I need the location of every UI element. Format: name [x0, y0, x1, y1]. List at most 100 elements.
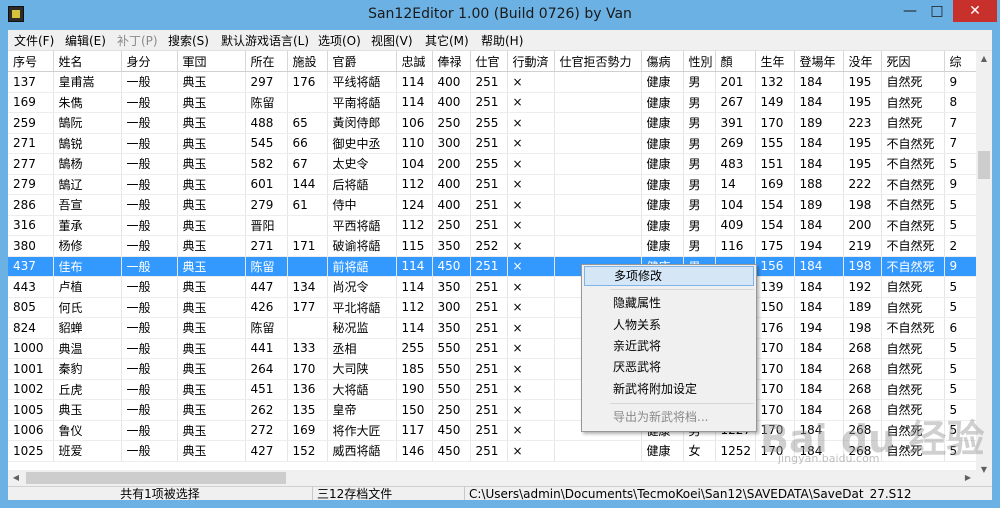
table-cell[interactable]: 195	[843, 71, 882, 93]
table-cell[interactable]: 112	[396, 215, 433, 236]
table-cell[interactable]: 194	[794, 235, 844, 257]
table-cell[interactable]: 1001	[8, 358, 54, 380]
table-cell[interactable]	[287, 92, 328, 113]
table-row[interactable]: 380 杨修 一般 典玉 271 171 破谕将龉 115 350 252 × 健康男 116 175 19…	[8, 235, 976, 257]
table-cell[interactable]: 400	[432, 174, 471, 195]
table-cell[interactable]: 1002	[8, 379, 54, 400]
table-cell[interactable]: 典玉	[177, 276, 246, 298]
table-cell[interactable]: 169	[755, 174, 795, 195]
table-cell[interactable]: 251	[470, 399, 508, 421]
column-header[interactable]: 所在	[245, 51, 288, 72]
table-row[interactable]: 316 董承 一般 典玉 晋阳 平西将龉 112 250 251 × 健康男 409 154 184 200…	[8, 215, 976, 236]
table-cell[interactable]: 晋阳	[245, 215, 288, 236]
table-cell[interactable]: 一般	[121, 276, 178, 298]
table-cell[interactable]: 134	[287, 276, 328, 298]
table-cell[interactable]: 黃闵侍郎	[327, 112, 397, 134]
table-cell[interactable]	[554, 153, 642, 175]
table-cell[interactable]: 251	[470, 297, 508, 318]
table-cell[interactable]: 典玉	[177, 399, 246, 421]
table-cell[interactable]: 184	[794, 379, 844, 400]
table-cell[interactable]: 400	[432, 92, 471, 113]
table-cell[interactable]: 大将龉	[327, 379, 397, 400]
table-cell[interactable]: 典玉	[177, 174, 246, 195]
table-cell[interactable]: 268	[843, 420, 882, 441]
table-cell[interactable]: 391	[715, 112, 756, 134]
table-cell[interactable]: 443	[8, 276, 54, 298]
column-header[interactable]: 综	[944, 51, 976, 72]
column-header[interactable]: 忠誠	[396, 51, 433, 72]
table-row[interactable]: 279 鵠辽 一般 典玉 601 144 后将龉 112 400 251 × 健康男 14 169 188 2…	[8, 174, 976, 195]
table-cell[interactable]: 6	[944, 317, 976, 339]
table-cell[interactable]: 115	[396, 235, 433, 257]
table-cell[interactable]: 董承	[53, 215, 122, 236]
table-cell[interactable]: 典玉	[177, 379, 246, 400]
column-header[interactable]: 生年	[755, 51, 795, 72]
table-cell[interactable]: ×	[507, 399, 555, 421]
table-cell[interactable]: 175	[755, 235, 795, 257]
table-cell[interactable]: 441	[245, 338, 288, 359]
column-header[interactable]: 仕官拒否勢力	[554, 51, 642, 72]
table-cell[interactable]: 184	[794, 256, 844, 277]
table-cell[interactable]: 601	[245, 174, 288, 195]
table-cell[interactable]: 65	[287, 112, 328, 134]
table-cell[interactable]: 一般	[121, 399, 178, 421]
table-cell[interactable]: 典玉	[177, 297, 246, 318]
table-cell[interactable]: 251	[470, 358, 508, 380]
table-cell[interactable]: 194	[794, 317, 844, 339]
table-cell[interactable]: 9	[944, 256, 976, 277]
table-row[interactable]: 443卢植一般典玉447134尚况令114350251×健康男139184192…	[8, 276, 976, 298]
table-cell[interactable]: 67	[287, 153, 328, 175]
table-cell[interactable]: 223	[843, 112, 882, 134]
table-cell[interactable]: 不自然死	[881, 194, 945, 216]
horizontal-scroll-thumb[interactable]	[26, 472, 286, 484]
table-cell[interactable]: 262	[245, 399, 288, 421]
table-cell[interactable]: 195	[843, 153, 882, 175]
table-cell[interactable]: 136	[287, 379, 328, 400]
table-row[interactable]: 437佳布一般典玉陈留前将龉114450251×健康男156184198不自然死…	[8, 256, 976, 277]
vertical-scroll-thumb[interactable]	[978, 151, 990, 179]
table-cell[interactable]: 尚况令	[327, 276, 397, 298]
table-cell[interactable]: 114	[396, 317, 433, 339]
table-cell[interactable]: 251	[470, 256, 508, 277]
table-cell[interactable]: 144	[287, 174, 328, 195]
table-row[interactable]: 271 鵠锐 一般 典玉 545 66 御史中丞 110 300 251 × 健康男 269 155 184…	[8, 133, 976, 154]
table-cell[interactable]: 一般	[121, 297, 178, 318]
table-cell[interactable]: 184	[794, 92, 844, 113]
table-cell[interactable]: 大司陕	[327, 358, 397, 380]
table-cell[interactable]: 5	[944, 194, 976, 216]
table-cell[interactable]: 400	[432, 71, 471, 93]
table-cell[interactable]: ×	[507, 71, 555, 93]
table-cell[interactable]: 251	[470, 194, 508, 216]
table-cell[interactable]: 184	[794, 71, 844, 93]
table-cell[interactable]: 176	[287, 71, 328, 93]
table-cell[interactable]: 171	[287, 235, 328, 257]
table-cell[interactable]: 550	[432, 379, 471, 400]
table-cell[interactable]: 健康	[641, 71, 684, 93]
table-cell[interactable]: 5	[944, 358, 976, 380]
table-cell[interactable]: 149	[755, 92, 795, 113]
table-cell[interactable]: 一般	[121, 133, 178, 154]
column-header[interactable]: 顏	[715, 51, 756, 72]
table-cell[interactable]: 9	[944, 71, 976, 93]
table-cell[interactable]: 66	[287, 133, 328, 154]
table-cell[interactable]: 279	[8, 174, 54, 195]
table-cell[interactable]: ×	[507, 215, 555, 236]
table-cell[interactable]: 264	[245, 358, 288, 380]
table-cell[interactable]: 195	[843, 133, 882, 154]
ctx-liked-officers[interactable]: 亲近武将	[584, 336, 754, 356]
table-cell[interactable]: 2	[944, 235, 976, 257]
table-cell[interactable]: 一般	[121, 174, 178, 195]
table-cell[interactable]: 114	[396, 276, 433, 298]
officer-table[interactable]: 序号 姓名 身分 軍団 所在 施設 官爵 忠誠 俸禄 仕官 行動済 仕官拒否勢力 傷病 性別顏生年 登場年没…	[8, 51, 976, 462]
table-cell[interactable]: 350	[432, 276, 471, 298]
table-cell[interactable]: 190	[396, 379, 433, 400]
table-cell[interactable]: 222	[843, 174, 882, 195]
table-cell[interactable]: 192	[843, 276, 882, 298]
table-cell[interactable]: 典玉	[177, 92, 246, 113]
horizontal-scrollbar[interactable]: ◀ ▶	[8, 470, 976, 486]
table-cell[interactable]: 自然死	[881, 420, 945, 441]
menu-options[interactable]: 选项(O)	[318, 32, 361, 49]
table-cell[interactable]: 9	[944, 174, 976, 195]
table-cell[interactable]: 550	[432, 358, 471, 380]
table-cell[interactable]: 297	[245, 71, 288, 93]
